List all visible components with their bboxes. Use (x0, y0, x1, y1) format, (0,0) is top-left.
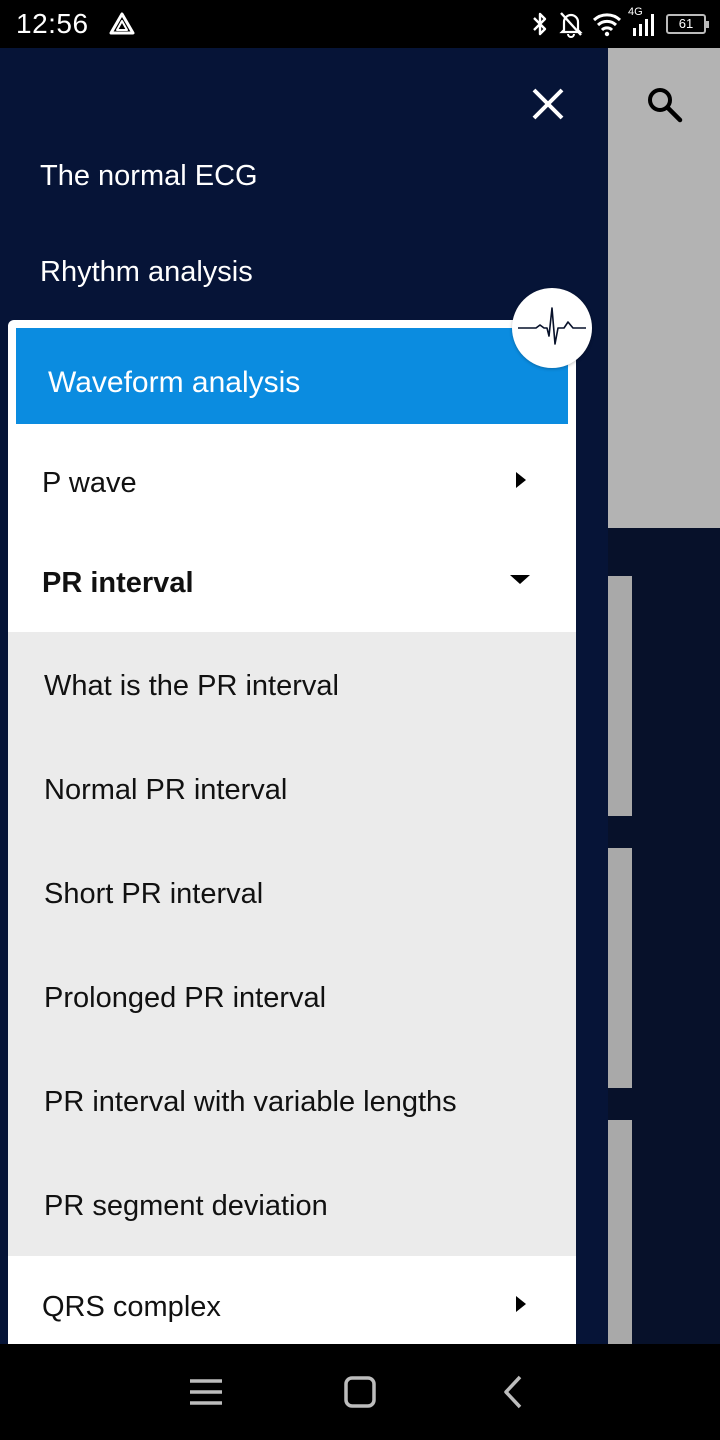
group-pr-interval[interactable]: PR interval (8, 532, 576, 632)
back-icon[interactable] (494, 1374, 534, 1410)
wifi-icon (592, 13, 622, 37)
menu-icon[interactable] (186, 1374, 226, 1410)
app-card (604, 848, 632, 1088)
bluetooth-icon (533, 12, 547, 36)
ecg-waveform-icon (512, 288, 592, 368)
app-card (604, 1120, 632, 1344)
group-qrs-complex[interactable]: QRS complex (8, 1256, 576, 1344)
waveform-analysis-panel: Waveform analysis P wave PR interval Wha… (8, 320, 576, 1344)
close-icon[interactable] (528, 84, 568, 124)
section-header-waveform-analysis[interactable]: Waveform analysis (16, 328, 568, 424)
battery-icon: 61 (666, 14, 709, 34)
list-item[interactable]: PR interval with variable lengths (44, 1086, 457, 1119)
mute-icon (559, 12, 583, 38)
list-item[interactable]: Prolonged PR interval (44, 982, 326, 1015)
list-item[interactable]: Short PR interval (44, 878, 263, 911)
home-icon[interactable] (340, 1374, 380, 1410)
search-icon[interactable] (644, 84, 684, 124)
drawer-item-normal-ecg[interactable]: The normal ECG (40, 160, 258, 193)
group-label: PR interval (42, 567, 194, 599)
group-label: P wave (42, 467, 137, 499)
chevron-right-icon (516, 472, 526, 488)
list-item[interactable]: What is the PR interval (44, 670, 339, 703)
chevron-right-icon (516, 1296, 526, 1312)
group-label: QRS complex (42, 1291, 221, 1323)
chevron-down-icon (510, 575, 530, 584)
drive-icon (109, 12, 135, 35)
drawer-item-rhythm-analysis[interactable]: Rhythm analysis (40, 256, 253, 289)
status-bar: 12:56 4G 61 (0, 0, 720, 48)
signal-icon: 4G (628, 6, 658, 38)
status-icons: 4G 61 (530, 6, 709, 39)
list-item[interactable]: Normal PR interval (44, 774, 287, 807)
pr-interval-list: What is the PR interval Normal PR interv… (8, 632, 576, 1256)
app-card (604, 576, 632, 816)
group-p-wave[interactable]: P wave (8, 432, 576, 532)
list-item[interactable]: PR segment deviation (44, 1190, 328, 1223)
system-nav-bar (0, 1344, 720, 1440)
status-time: 12:56 (16, 8, 89, 39)
section-title: Waveform analysis (48, 366, 301, 399)
